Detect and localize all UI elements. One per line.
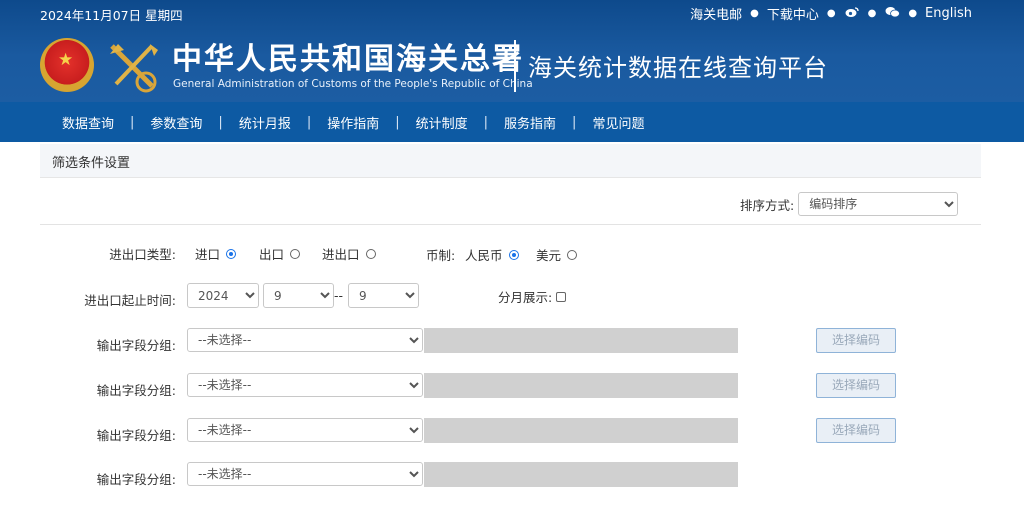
radio-button[interactable] [567,249,578,260]
nav-param-query[interactable]: 参数查询 [134,113,218,132]
dot-separator: ● [867,8,877,19]
nav-operation-guide[interactable]: 操作指南 [311,113,395,132]
field-group-select-3[interactable]: --未选择-- [187,418,423,442]
trade-type-label: 进出口类型: [109,247,176,262]
dot-separator: ● [908,8,918,19]
currency-label: 币制: [426,248,456,263]
radio-export[interactable]: 出口 [259,244,301,263]
start-month-select[interactable]: 9 [263,283,334,308]
select-code-button-2[interactable]: 选择编码 [816,373,896,398]
download-center-link[interactable]: 下载中心 [767,4,819,23]
weibo-icon[interactable] [844,6,860,21]
nav-monthly-report[interactable]: 统计月报 [223,113,307,132]
dot-separator: ● [750,8,759,19]
radio-button[interactable] [365,248,376,259]
radio-button[interactable] [508,249,519,260]
wechat-icon[interactable] [884,6,900,21]
divider [40,224,981,225]
field-group-label: 输出字段分组: [96,383,176,398]
period-label: 进出口起止时间: [84,293,176,308]
site-header: 2024年11月07日 星期四 海关电邮 ● 下载中心 ● ● ● Englis… [0,0,1024,102]
select-code-button-1[interactable]: 选择编码 [816,328,896,353]
national-emblem: ★ [40,38,94,92]
top-links: 海关电邮 ● 下载中心 ● ● ● English [690,4,972,23]
agency-title-cn: 中华人民共和国海关总署 [172,42,524,77]
platform-title: 海关统计数据在线查询平台 [528,54,828,82]
end-month-select[interactable]: 9 [348,283,419,308]
mail-link[interactable]: 海关电邮 [690,4,742,23]
monthly-display-toggle[interactable]: 分月展示: [498,287,567,306]
code-display-box-1 [424,328,738,353]
dot-separator: ● [826,8,836,19]
nav-data-query[interactable]: 数据查询 [46,113,130,132]
radio-button[interactable] [226,248,237,259]
agency-title-en: General Administration of Customs of the… [173,78,533,90]
month-range-separator: -- [334,288,344,303]
monthly-checkbox[interactable] [556,291,567,302]
customs-logo [110,44,158,93]
nav-statistics-system[interactable]: 统计制度 [400,113,484,132]
filter-panel-title: 筛选条件设置 [40,144,981,178]
field-group-label: 输出字段分组: [96,338,176,353]
radio-button[interactable] [290,248,301,259]
english-link[interactable]: English [925,6,972,21]
code-display-box-4 [424,462,738,487]
radio-rmb[interactable]: 人民币 [465,245,519,264]
select-code-button-3[interactable]: 选择编码 [816,418,896,443]
sort-select[interactable]: 编码排序 [798,192,959,216]
field-group-label: 输出字段分组: [96,428,176,443]
radio-import[interactable]: 进口 [195,244,237,263]
field-group-select-1[interactable]: --未选择-- [187,328,423,352]
code-display-box-2 [424,373,738,398]
radio-import-export[interactable]: 进出口 [322,244,376,263]
sort-label: 排序方式: [740,197,795,213]
nav-faq[interactable]: 常见问题 [576,113,660,132]
current-date: 2024年11月07日 星期四 [40,8,183,23]
nav-service-guide[interactable]: 服务指南 [488,113,572,132]
field-group-select-4[interactable]: --未选择-- [187,462,423,486]
year-select[interactable]: 2024 [187,283,259,308]
radio-usd[interactable]: 美元 [536,245,578,264]
field-group-label: 输出字段分组: [96,472,176,487]
sort-control: 排序方式: 编码排序 [740,192,959,216]
main-nav: 数据查询 | 参数查询 | 统计月报 | 操作指南 | 统计制度 | 服务指南 … [0,102,1024,142]
code-display-box-3 [424,418,738,443]
title-divider [514,40,516,92]
field-group-select-2[interactable]: --未选择-- [187,373,423,397]
